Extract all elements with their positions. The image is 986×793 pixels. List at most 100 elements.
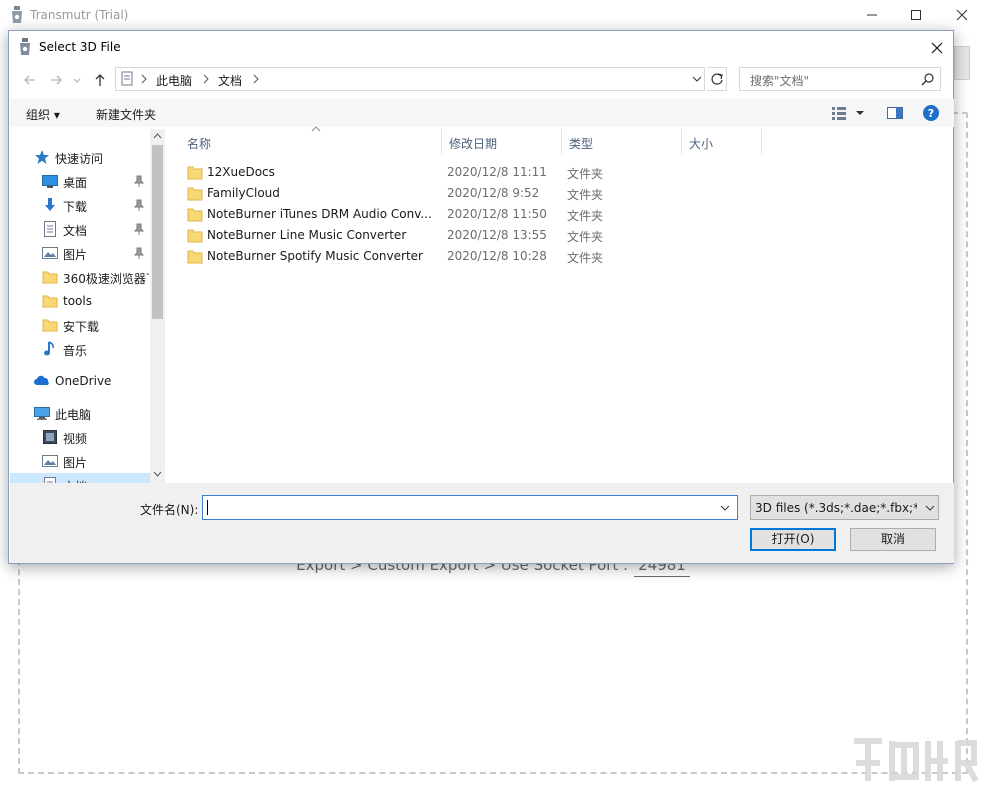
column-separator[interactable]	[761, 129, 762, 155]
nav-item-label: 图片	[63, 456, 88, 470]
file-type: 文件夹	[567, 230, 604, 244]
nav-item-label: 图片	[63, 248, 88, 262]
column-header-size-label: 大小	[689, 137, 714, 151]
new-folder-button[interactable]: 新建文件夹	[96, 106, 156, 123]
column-header-date-label: 修改日期	[449, 137, 498, 151]
breadcrumb-separator-icon	[202, 72, 210, 86]
file-date: 2020/12/8 13:55	[447, 228, 547, 242]
nav-this-pc[interactable]: 此电脑	[10, 401, 150, 425]
column-header-size[interactable]: 大小	[681, 129, 761, 155]
column-header-name[interactable]: 名称	[179, 129, 441, 155]
file-row[interactable]: NoteBurner iTunes DRM Audio Conv... 2020…	[179, 204, 919, 225]
dialog-app-icon	[18, 38, 32, 56]
file-name: NoteBurner Spotify Music Converter	[207, 249, 423, 263]
refresh-button[interactable]	[707, 67, 727, 91]
file-date: 2020/12/8 9:52	[447, 186, 540, 200]
breadcrumb-this-pc[interactable]: 此电脑	[156, 72, 192, 89]
cancel-button[interactable]: 取消	[850, 528, 936, 551]
nav-item-label: 文档	[63, 224, 88, 238]
video-icon	[42, 429, 58, 445]
column-header-name-label: 名称	[187, 137, 212, 151]
nav-item-label: 下载	[63, 200, 88, 214]
filename-input[interactable]	[202, 495, 738, 520]
file-type: 文件夹	[567, 251, 604, 265]
nav-item-desktop[interactable]: 桌面	[10, 169, 150, 193]
address-bar[interactable]: 此电脑 文档	[115, 67, 705, 91]
filename-label: 文件名(N):	[140, 503, 199, 517]
back-button[interactable]	[19, 69, 41, 91]
nav-item-music[interactable]: 音乐	[10, 337, 150, 361]
column-header-type[interactable]: 类型	[561, 129, 681, 155]
folder-icon	[187, 228, 203, 243]
nav-quick-access[interactable]: 快速访问	[10, 145, 150, 169]
music-icon	[42, 341, 58, 357]
open-button[interactable]: 打开(O)	[750, 528, 836, 551]
dialog-close-button[interactable]	[925, 36, 949, 60]
file-type: 文件夹	[567, 209, 604, 223]
address-history-dropdown[interactable]	[689, 70, 705, 88]
nav-this-pc-label: 此电脑	[55, 408, 92, 422]
file-row[interactable]: NoteBurner Spotify Music Converter 2020/…	[179, 246, 919, 267]
help-icon[interactable]: ?	[922, 104, 940, 122]
file-row[interactable]: FamilyCloud 2020/12/8 9:52 文件夹	[179, 183, 919, 204]
pin-icon[interactable]	[134, 199, 144, 211]
nav-item-pictures[interactable]: 图片	[10, 241, 150, 265]
organize-button[interactable]: 组织 ▾	[26, 106, 60, 123]
nav-item-label: 桌面	[63, 176, 88, 190]
file-name: NoteBurner Line Music Converter	[207, 228, 407, 242]
nav-pc-pictures[interactable]: 图片	[10, 449, 150, 473]
app-title: Transmutr (Trial)	[30, 8, 129, 22]
file-date: 2020/12/8 10:28	[447, 249, 547, 263]
picture-icon	[42, 453, 58, 469]
pin-icon[interactable]	[134, 175, 144, 187]
nav-pc-videos[interactable]: 视频	[10, 425, 150, 449]
forward-button[interactable]	[45, 69, 67, 91]
dialog-title: Select 3D File	[39, 40, 121, 54]
recent-locations-button[interactable]	[71, 69, 83, 91]
breadcrumb-documents[interactable]: 文档	[218, 72, 242, 89]
svg-text:?: ?	[928, 107, 934, 120]
search-input[interactable]: 搜索"文档"	[739, 67, 941, 91]
file-name: FamilyCloud	[207, 186, 280, 200]
folder-icon	[42, 269, 58, 285]
scroll-up-icon[interactable]	[152, 131, 163, 141]
nav-item-downloads[interactable]: 下载	[10, 193, 150, 217]
minimize-button[interactable]	[858, 4, 886, 26]
app-titlebar: Transmutr (Trial)	[0, 0, 986, 30]
maximize-button[interactable]	[902, 4, 930, 26]
filetype-select[interactable]: 3D files (*.3ds;*.dae;*.fbx;*.ol	[750, 495, 939, 520]
preview-pane-icon[interactable]	[886, 105, 904, 121]
dialog-footer: 文件名(N): 3D files (*.3ds;*.dae;*.fbx;*.ol…	[10, 483, 954, 563]
app-side-button[interactable]	[954, 46, 970, 80]
pin-icon[interactable]	[134, 247, 144, 259]
column-header-date[interactable]: 修改日期	[441, 129, 561, 155]
pin-icon[interactable]	[134, 223, 144, 235]
view-options-icon[interactable]	[830, 105, 870, 121]
download-icon	[42, 197, 58, 213]
up-button[interactable]	[89, 69, 111, 91]
app-close-button[interactable]	[948, 4, 976, 26]
nav-item-folder-anxiazai[interactable]: 安下载	[10, 313, 150, 337]
nav-scrollbar[interactable]	[150, 129, 165, 483]
file-date: 2020/12/8 11:11	[447, 165, 547, 179]
nav-onedrive[interactable]: OneDrive	[10, 369, 150, 393]
folder-icon	[42, 317, 58, 333]
search-placeholder: 搜索"文档"	[750, 74, 810, 88]
nav-item-label: 视频	[63, 432, 88, 446]
file-row[interactable]: NoteBurner Line Music Converter 2020/12/…	[179, 225, 919, 246]
document-icon	[42, 221, 58, 237]
toolbar: 组织 ▾ 新建文件夹 ?	[10, 99, 954, 127]
nav-item-label: 安下载	[63, 320, 100, 334]
nav-item-documents[interactable]: 文档	[10, 217, 150, 241]
chevron-down-icon[interactable]	[717, 500, 733, 516]
nav-quick-access-label: 快速访问	[55, 152, 104, 166]
desktop-icon	[42, 173, 58, 189]
scroll-down-icon[interactable]	[152, 469, 163, 479]
pc-location-icon	[120, 71, 134, 87]
nav-item-folder-360[interactable]: 360极速浏览器下	[10, 265, 150, 289]
file-row[interactable]: 12XueDocs 2020/12/8 11:11 文件夹	[179, 162, 919, 183]
nav-pc-documents[interactable]: 文档	[10, 473, 150, 483]
breadcrumb-separator-icon	[140, 72, 148, 86]
nav-scroll-thumb[interactable]	[152, 145, 163, 319]
nav-item-folder-tools[interactable]: tools	[10, 289, 150, 313]
